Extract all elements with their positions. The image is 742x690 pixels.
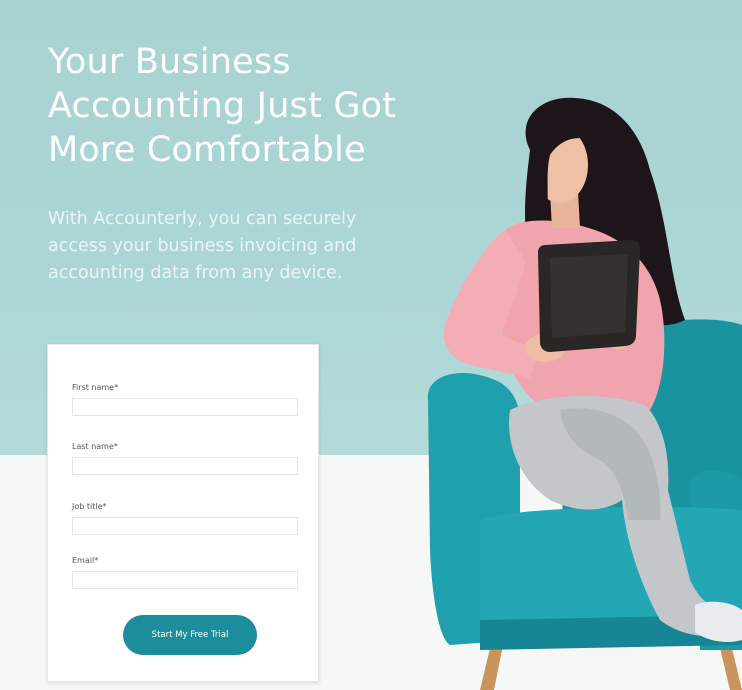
last-name-field-group: Last name* <box>72 442 298 475</box>
job-title-label: Job title* <box>72 502 107 511</box>
last-name-input[interactable] <box>72 457 298 475</box>
signup-form: First name* Last name* Job title* Email*… <box>47 344 319 682</box>
email-label: Email* <box>72 556 99 565</box>
hero-headline: Your Business Accounting Just Got More C… <box>48 42 397 170</box>
hero-subtext: With Accounterly, you can securely acces… <box>48 209 357 283</box>
first-name-field-group: First name* <box>72 383 298 416</box>
first-name-input[interactable] <box>72 398 298 416</box>
email-input[interactable] <box>72 571 298 589</box>
woman-with-tablet-on-armchair-icon <box>427 97 742 690</box>
last-name-label: Last name* <box>72 442 118 451</box>
email-field-group: Email* <box>72 556 298 589</box>
job-title-input[interactable] <box>72 517 298 535</box>
first-name-label: First name* <box>72 383 119 392</box>
start-free-trial-button[interactable]: Start My Free Trial <box>123 615 257 655</box>
job-title-field-group: Job title* <box>72 502 298 535</box>
